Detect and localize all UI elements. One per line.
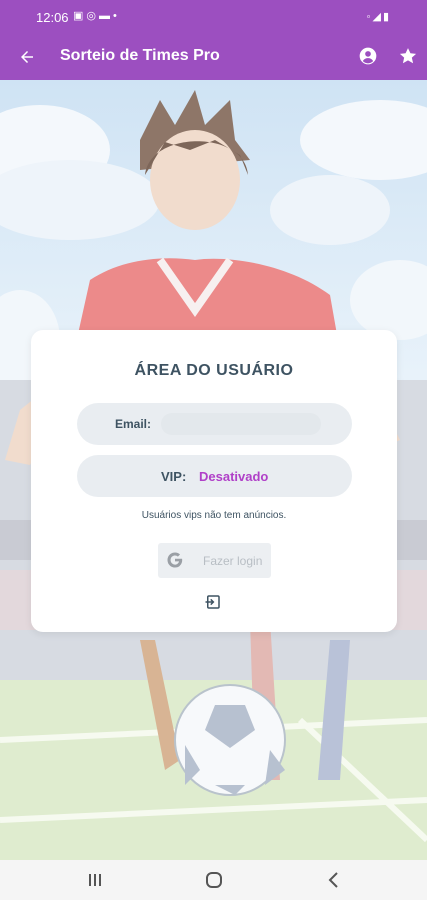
favorite-button[interactable]: [395, 43, 421, 69]
user-area-card: ÁREA DO USUÁRIO Email: VIP: Desativado U…: [31, 330, 397, 632]
google-icon: [167, 552, 183, 568]
google-login-button[interactable]: Fazer login: [158, 543, 271, 578]
email-label: Email:: [115, 417, 152, 431]
dot-icon: •: [113, 10, 120, 22]
battery-icon: ▮: [382, 11, 391, 23]
status-bar: 12:06 ▣◎▬• ◦◢▮: [0, 0, 427, 34]
notification-icons: ▣◎▬•: [73, 9, 120, 22]
vip-field: VIP: Desativado: [77, 455, 352, 497]
status-time: 12:06: [36, 10, 69, 25]
system-icons: ◦◢▮: [367, 10, 391, 23]
star-icon: [399, 48, 417, 64]
card-title: ÁREA DO USUÁRIO: [134, 362, 294, 379]
logout-button[interactable]: [203, 592, 223, 612]
email-field: Email:: [77, 403, 352, 445]
vip-status: Desativado: [199, 469, 269, 484]
back-icon[interactable]: [326, 871, 342, 889]
whatsapp-icon: ◎: [86, 10, 100, 22]
arrow-left-icon: [21, 51, 33, 63]
back-button[interactable]: [12, 42, 42, 72]
vip-label: VIP:: [161, 469, 187, 484]
home-icon[interactable]: [205, 871, 223, 889]
login-label: Fazer login: [203, 554, 263, 568]
signal-icon: ◢: [372, 11, 383, 23]
account-circle-icon: [359, 47, 377, 65]
system-nav-bar: [0, 860, 427, 900]
image-icon: ▣: [73, 10, 87, 22]
logout-icon: [205, 595, 220, 609]
recents-icon[interactable]: [87, 872, 103, 888]
email-value-redacted: [161, 413, 321, 435]
account-button[interactable]: [355, 43, 381, 69]
app-title: Sorteio de Times Pro: [60, 47, 220, 64]
vip-note: Usuários vips não tem anúncios.: [141, 510, 287, 521]
app-bar: Sorteio de Times Pro: [0, 34, 427, 80]
chat-icon: ▬: [99, 10, 114, 22]
